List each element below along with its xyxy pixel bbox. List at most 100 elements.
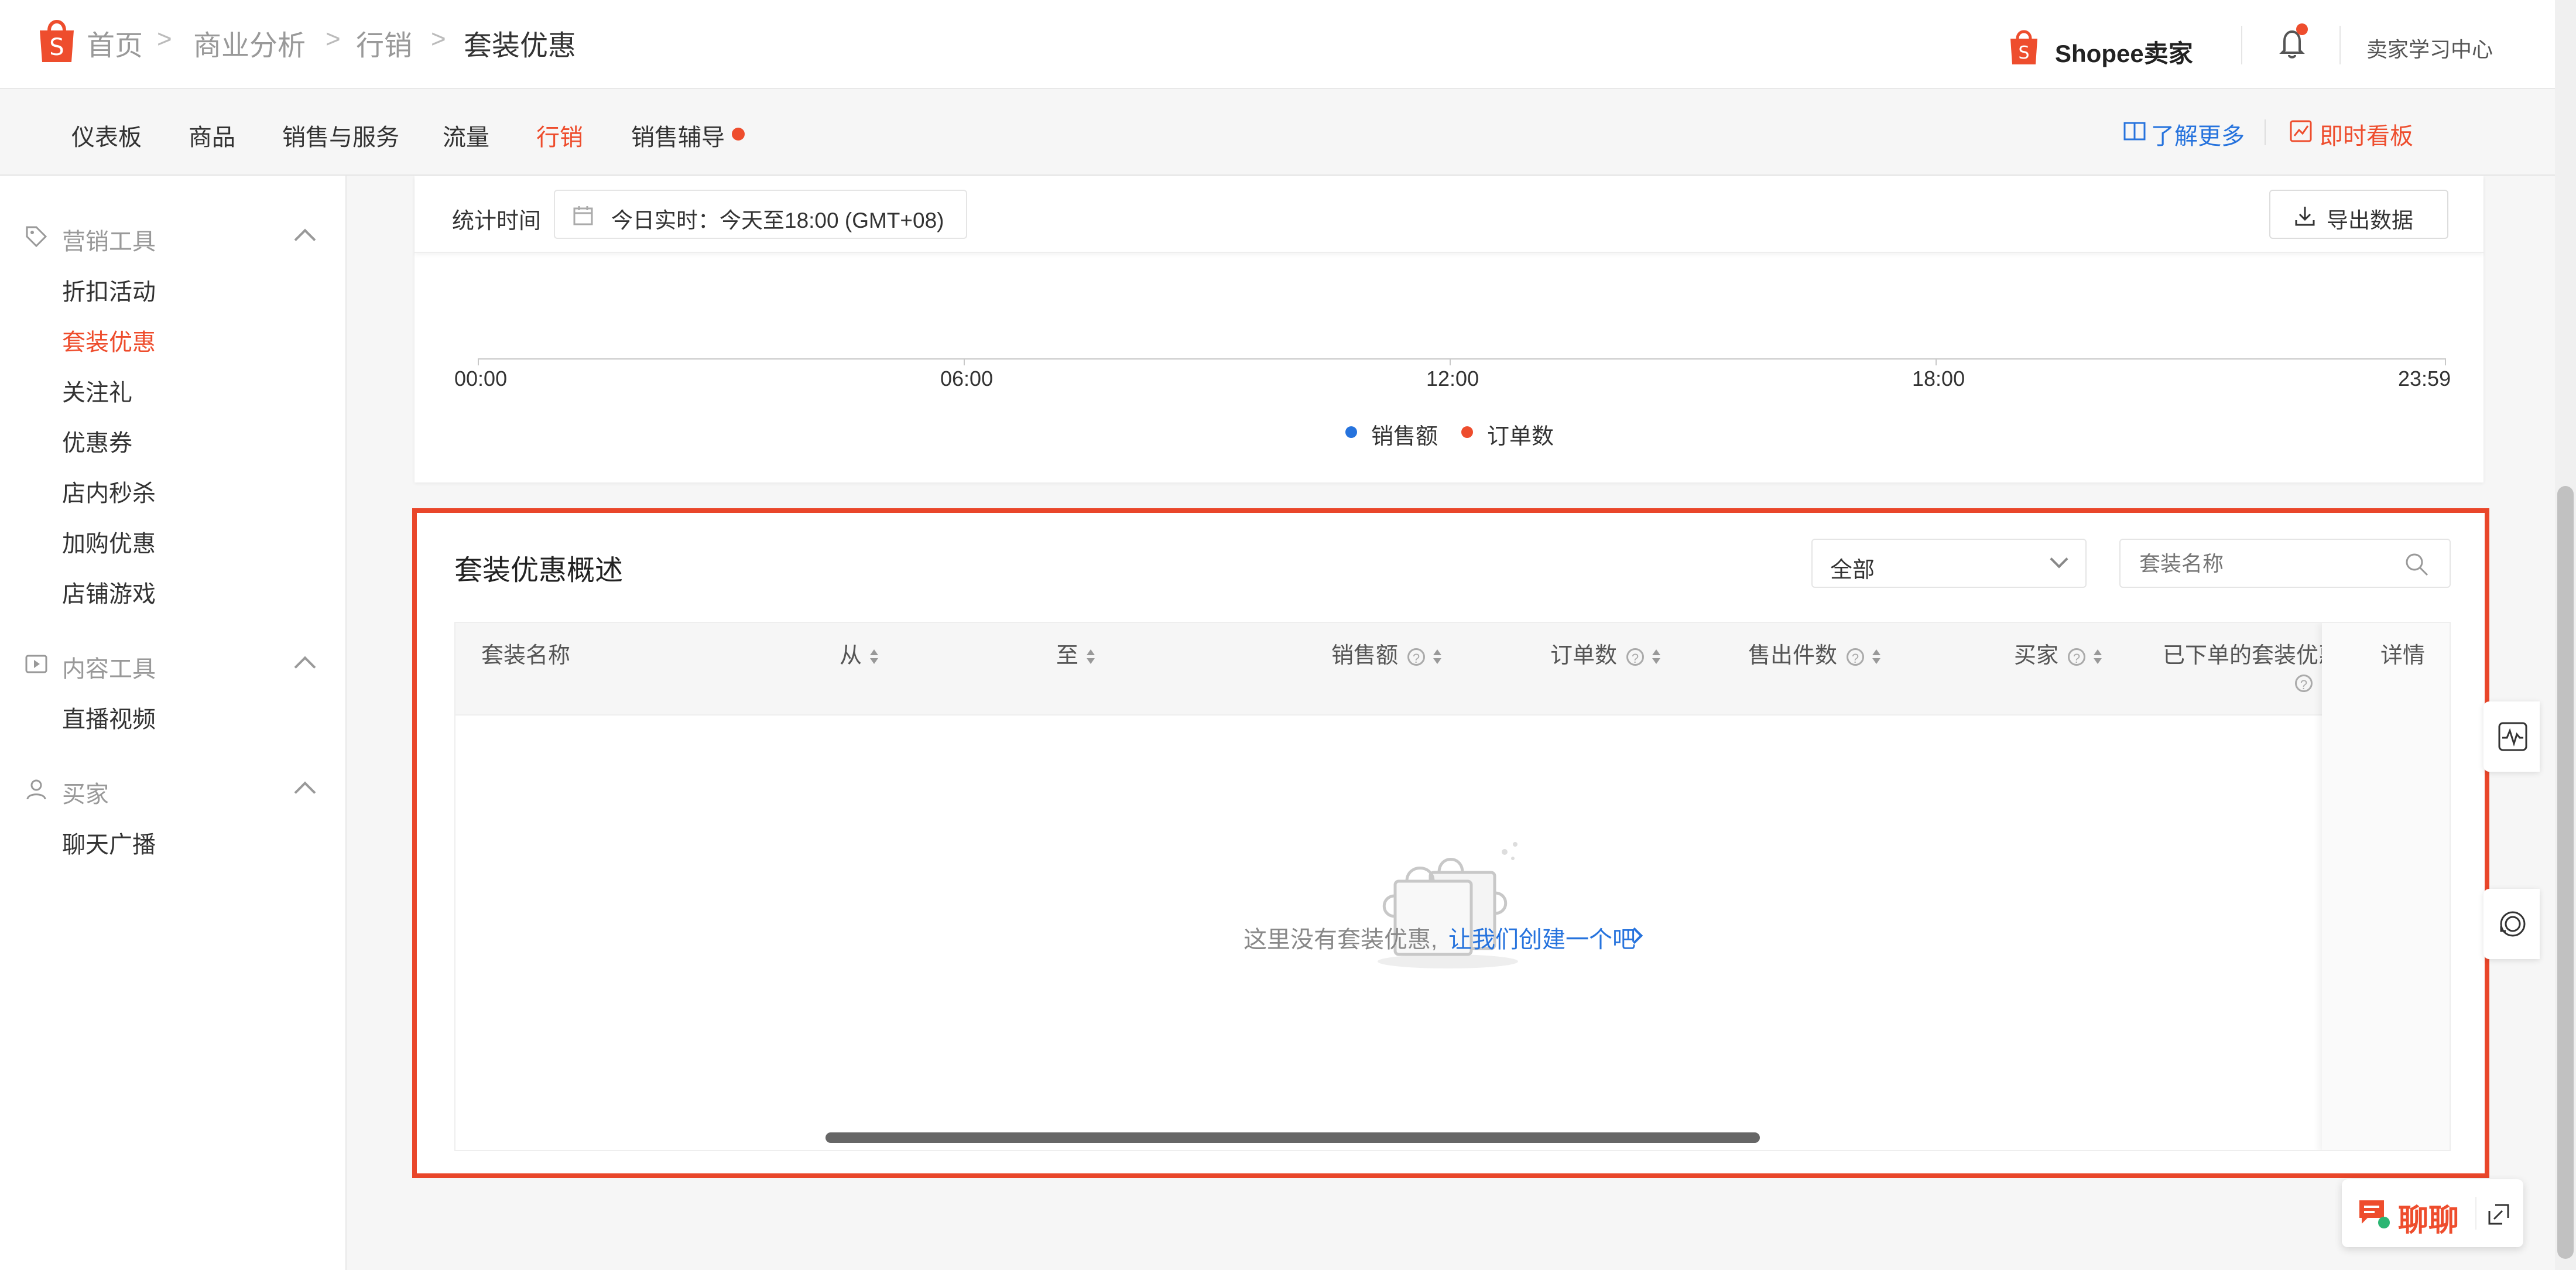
chart-board-icon[interactable]: [2289, 119, 2313, 143]
breadcrumb-business-analysis[interactable]: 商业分析: [193, 22, 306, 63]
fixed-detail-column: [2322, 623, 2450, 1150]
tag-icon: [25, 225, 48, 248]
x-tick-label: 23:59: [2398, 367, 2451, 391]
x-tick-label: 00:00: [454, 367, 508, 391]
axis-tick: [1450, 358, 1451, 365]
x-tick-label: 18:00: [1912, 367, 1965, 391]
status-filter-value: 全部: [1830, 558, 1875, 583]
overview-title: 套装优惠概述: [454, 555, 624, 586]
table-header: [455, 623, 2450, 716]
legend-sales[interactable]: 销售额: [1371, 418, 1438, 450]
tab-dashboard[interactable]: 仪表板: [71, 118, 142, 152]
pulse-monitor-icon: [2498, 721, 2528, 752]
sidebar-item-follow-prize[interactable]: 关注礼: [62, 374, 132, 408]
sort-icon[interactable]: [1872, 648, 1881, 666]
horizontal-scrollbar[interactable]: [825, 1132, 1760, 1143]
shopee-logo-icon[interactable]: S: [36, 16, 77, 64]
col-bundle-name[interactable]: 套装名称: [481, 637, 570, 669]
divider: [2475, 1197, 2476, 1230]
date-range-value: 今日实时：今天至18:00 (GMT+08): [611, 208, 944, 232]
sort-icon[interactable]: [1652, 648, 1661, 666]
help-icon[interactable]: ?: [1407, 648, 1426, 666]
divider: [2339, 26, 2341, 64]
sidebar-item-discount[interactable]: 折扣活动: [62, 273, 156, 307]
axis-tick: [478, 358, 479, 365]
sidebar-group-buyers[interactable]: 买家: [62, 775, 109, 809]
chevron-right-icon: >: [431, 25, 446, 53]
sort-icon[interactable]: [1433, 648, 1442, 666]
stats-time-label: 统计时间: [452, 209, 542, 234]
tab-products[interactable]: 商品: [189, 118, 235, 152]
video-icon: [25, 652, 48, 676]
sidebar-group-marketing-tools[interactable]: 营销工具: [62, 222, 156, 256]
sidebar-item-add-on-deal[interactable]: 加购优惠: [62, 525, 156, 559]
empty-state-text: 这里没有套装优惠,: [1244, 927, 1438, 953]
legend-dot-orders: [1461, 426, 1473, 438]
sort-icon[interactable]: [2094, 648, 2102, 666]
realtime-board-link[interactable]: 即时看板: [2320, 117, 2413, 151]
sidebar-item-flash-sale[interactable]: 店内秒杀: [62, 474, 156, 508]
shopee-seller-logo-icon[interactable]: S: [2008, 28, 2040, 66]
chevron-up-icon[interactable]: [294, 656, 316, 678]
breadcrumb-marketing[interactable]: 行销: [356, 22, 412, 63]
tab-traffic[interactable]: 流量: [443, 118, 489, 152]
search-input[interactable]: [2138, 548, 2386, 580]
axis-tick: [964, 358, 965, 365]
svg-text:S: S: [2018, 43, 2029, 63]
help-icon[interactable]: ?: [2295, 675, 2313, 692]
chevron-up-icon[interactable]: [294, 781, 316, 803]
status-filter-select[interactable]: 全部: [1811, 539, 2087, 588]
sidebar-item-live-video[interactable]: 直播视频: [62, 700, 156, 734]
download-icon: [2294, 205, 2316, 227]
new-badge-dot: [732, 128, 745, 141]
sort-icon[interactable]: [870, 648, 879, 666]
learning-center-link[interactable]: 卖家学习中心: [2366, 33, 2493, 63]
col-from[interactable]: 从: [840, 637, 879, 669]
sidebar-item-vouchers[interactable]: 优惠券: [62, 424, 132, 458]
breadcrumb-home[interactable]: 首页: [87, 22, 143, 63]
sidebar-item-chat-broadcast[interactable]: 聊天广播: [62, 826, 156, 860]
create-bundle-link[interactable]: 让我们创建一个吧: [1448, 920, 1636, 954]
help-icon[interactable]: ?: [2068, 648, 2086, 666]
chart-x-axis: [478, 358, 2446, 360]
sort-icon[interactable]: [1087, 648, 1095, 666]
learn-more-link[interactable]: 了解更多: [2151, 117, 2245, 151]
book-icon[interactable]: [2123, 119, 2146, 143]
stats-card: 统计时间 今日实时：今天至18:00 (GMT+08) 导出数据 00:00 0…: [415, 176, 2483, 482]
help-icon[interactable]: ?: [1626, 648, 1645, 666]
col-buyers[interactable]: 买家?: [2014, 637, 2102, 669]
tab-sales-coaching[interactable]: 销售辅导: [631, 118, 725, 152]
col-sales[interactable]: 销售额?: [1331, 637, 1442, 669]
search-box[interactable]: [2119, 539, 2451, 588]
sidebar-item-bundle-deal[interactable]: 套装优惠: [62, 323, 156, 357]
export-label: 导出数据: [2327, 208, 2413, 232]
axis-tick: [2445, 358, 2446, 365]
sidebar-item-shop-game[interactable]: 店铺游戏: [62, 575, 156, 609]
brand-text[interactable]: Shopee卖家: [2055, 34, 2193, 70]
tab-sales-service[interactable]: 销售与服务: [282, 118, 399, 152]
legend-orders[interactable]: 订单数: [1487, 418, 1554, 450]
chevron-right-icon: >: [326, 25, 341, 53]
floating-support-button[interactable]: [2483, 889, 2540, 959]
svg-text:S: S: [49, 34, 64, 61]
headset-icon: [2498, 909, 2528, 939]
help-icon[interactable]: ?: [1847, 648, 1865, 666]
chat-icon: [2357, 1197, 2391, 1230]
minimize-window-icon[interactable]: [2487, 1203, 2510, 1226]
col-to[interactable]: 至: [1056, 637, 1095, 669]
chevron-up-icon[interactable]: [294, 228, 316, 251]
page-scrollbar-thumb[interactable]: [2557, 486, 2574, 1259]
search-icon[interactable]: [2404, 552, 2430, 577]
floating-monitor-button[interactable]: [2483, 701, 2540, 772]
bundle-table: 套装名称 从 至 销售额? 订单数? 售出件数? 买家? 已下单的套装优惠 ? …: [454, 622, 2451, 1151]
chat-widget[interactable]: 聊聊: [2342, 1179, 2523, 1247]
sidebar-group-content-tools[interactable]: 内容工具: [62, 650, 156, 684]
tab-marketing[interactable]: 行销: [536, 118, 583, 152]
col-ordered-bundles[interactable]: 已下单的套装优惠 ?: [2163, 637, 2322, 707]
col-orders[interactable]: 订单数?: [1550, 637, 1661, 669]
export-data-button[interactable]: 导出数据: [2269, 190, 2448, 239]
date-range-picker[interactable]: 今日实时：今天至18:00 (GMT+08): [554, 190, 967, 239]
bell-icon[interactable]: [2277, 23, 2308, 60]
col-units-sold[interactable]: 售出件数?: [1748, 637, 1881, 669]
divider: [2265, 119, 2266, 145]
